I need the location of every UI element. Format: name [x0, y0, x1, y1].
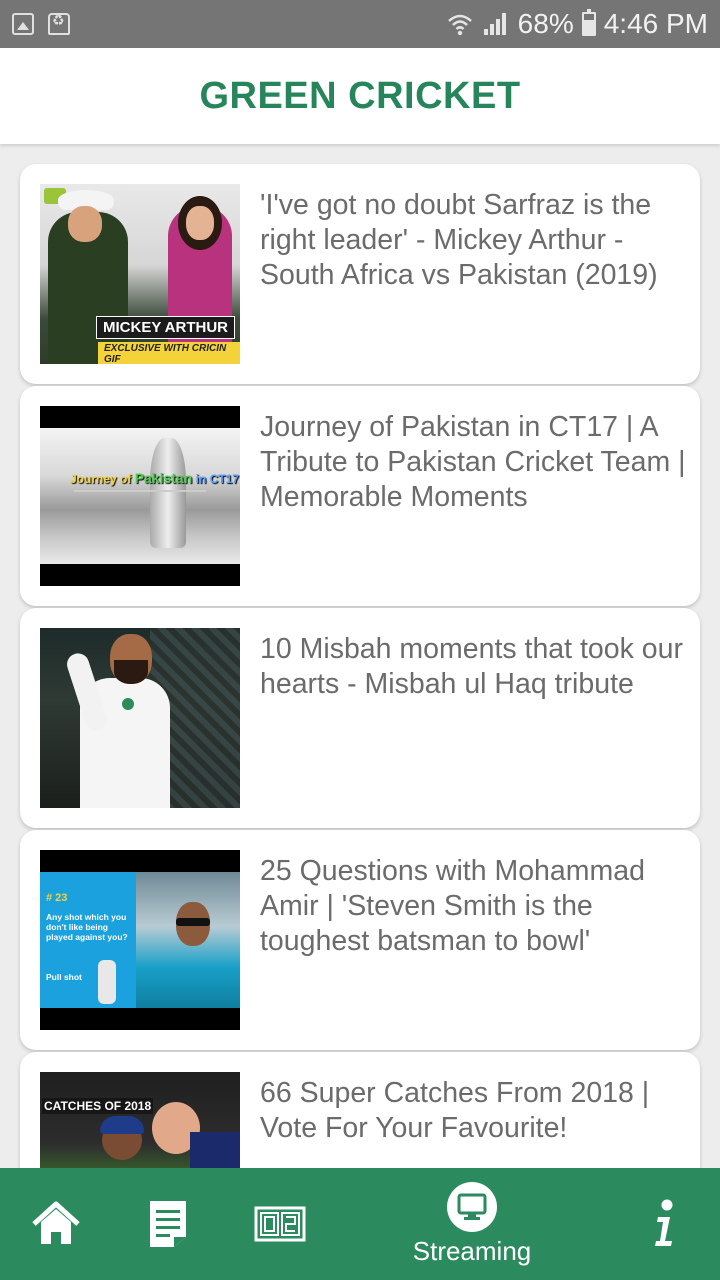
video-title[interactable]: Journey of Pakistan in CT17 | A Tribute … [260, 410, 690, 515]
nav-scores[interactable] [250, 1168, 310, 1280]
trophy-image [150, 438, 186, 548]
info-icon [655, 1199, 673, 1246]
video-card[interactable]: 10 Misbah moments that took our hearts -… [20, 608, 700, 828]
video-title[interactable]: 10 Misbah moments that took our hearts -… [260, 632, 690, 702]
video-thumbnail[interactable] [40, 628, 240, 808]
video-card[interactable]: Journey of Pakistan in CT17 Journey of P… [20, 386, 700, 606]
thumbnail-subcaption: EXCLUSIVE WITH CRICIN GIF [98, 342, 240, 364]
clock: 4:46 PM [603, 8, 708, 39]
gallery-notification-icon [12, 13, 34, 35]
nav-info[interactable] [640, 1168, 690, 1280]
battery-percent: 68% [517, 8, 574, 39]
recycle-notification-icon [48, 13, 70, 35]
bottom-navigation: Streaming [0, 1168, 720, 1280]
news-icon [150, 1201, 186, 1247]
video-thumbnail[interactable]: # 23 Any shot which you don't like being… [40, 850, 240, 1030]
thumbnail-caption: Journey of Pakistan in CT17 [70, 470, 239, 486]
video-thumbnail[interactable]: CATCHES OF 2018 [40, 1072, 240, 1168]
nav-streaming[interactable]: Streaming [402, 1168, 542, 1280]
thumbnail-caption: CATCHES OF 2018 [42, 1098, 154, 1114]
home-icon [32, 1201, 80, 1244]
wifi-icon [447, 14, 472, 36]
video-thumbnail[interactable]: MICKEY ARTHUR EXCLUSIVE WITH CRICIN GIF [40, 184, 240, 364]
video-card[interactable]: CATCHES OF 2018 66 Super Catches From 20… [20, 1052, 700, 1168]
battery-icon [581, 9, 596, 36]
nav-news[interactable] [138, 1168, 198, 1280]
app-title: GREEN CRICKET [199, 74, 521, 117]
status-bar: 68% 4:46 PM [0, 0, 720, 48]
video-thumbnail[interactable]: Journey of Pakistan in CT17 [40, 406, 240, 586]
video-card[interactable]: MICKEY ARTHUR EXCLUSIVE WITH CRICIN GIF … [20, 164, 700, 384]
video-title[interactable]: 25 Questions with Mohammad Amir | 'Steve… [260, 854, 690, 959]
signal-icon [482, 11, 510, 37]
scoreboard-icon [254, 1206, 306, 1242]
video-list[interactable]: MICKEY ARTHUR EXCLUSIVE WITH CRICIN GIF … [0, 144, 720, 1168]
video-title[interactable]: 'I've got no doubt Sarfraz is the right … [260, 188, 690, 293]
nav-home[interactable] [24, 1168, 88, 1280]
video-title[interactable]: 66 Super Catches From 2018 | Vote For Yo… [260, 1076, 690, 1146]
streaming-icon [447, 1181, 497, 1232]
nav-streaming-label: Streaming [412, 1235, 532, 1266]
app-bar: GREEN CRICKET [0, 48, 720, 144]
thumbnail-caption: MICKEY ARTHUR [96, 316, 236, 339]
video-card[interactable]: # 23 Any shot which you don't like being… [20, 830, 700, 1050]
